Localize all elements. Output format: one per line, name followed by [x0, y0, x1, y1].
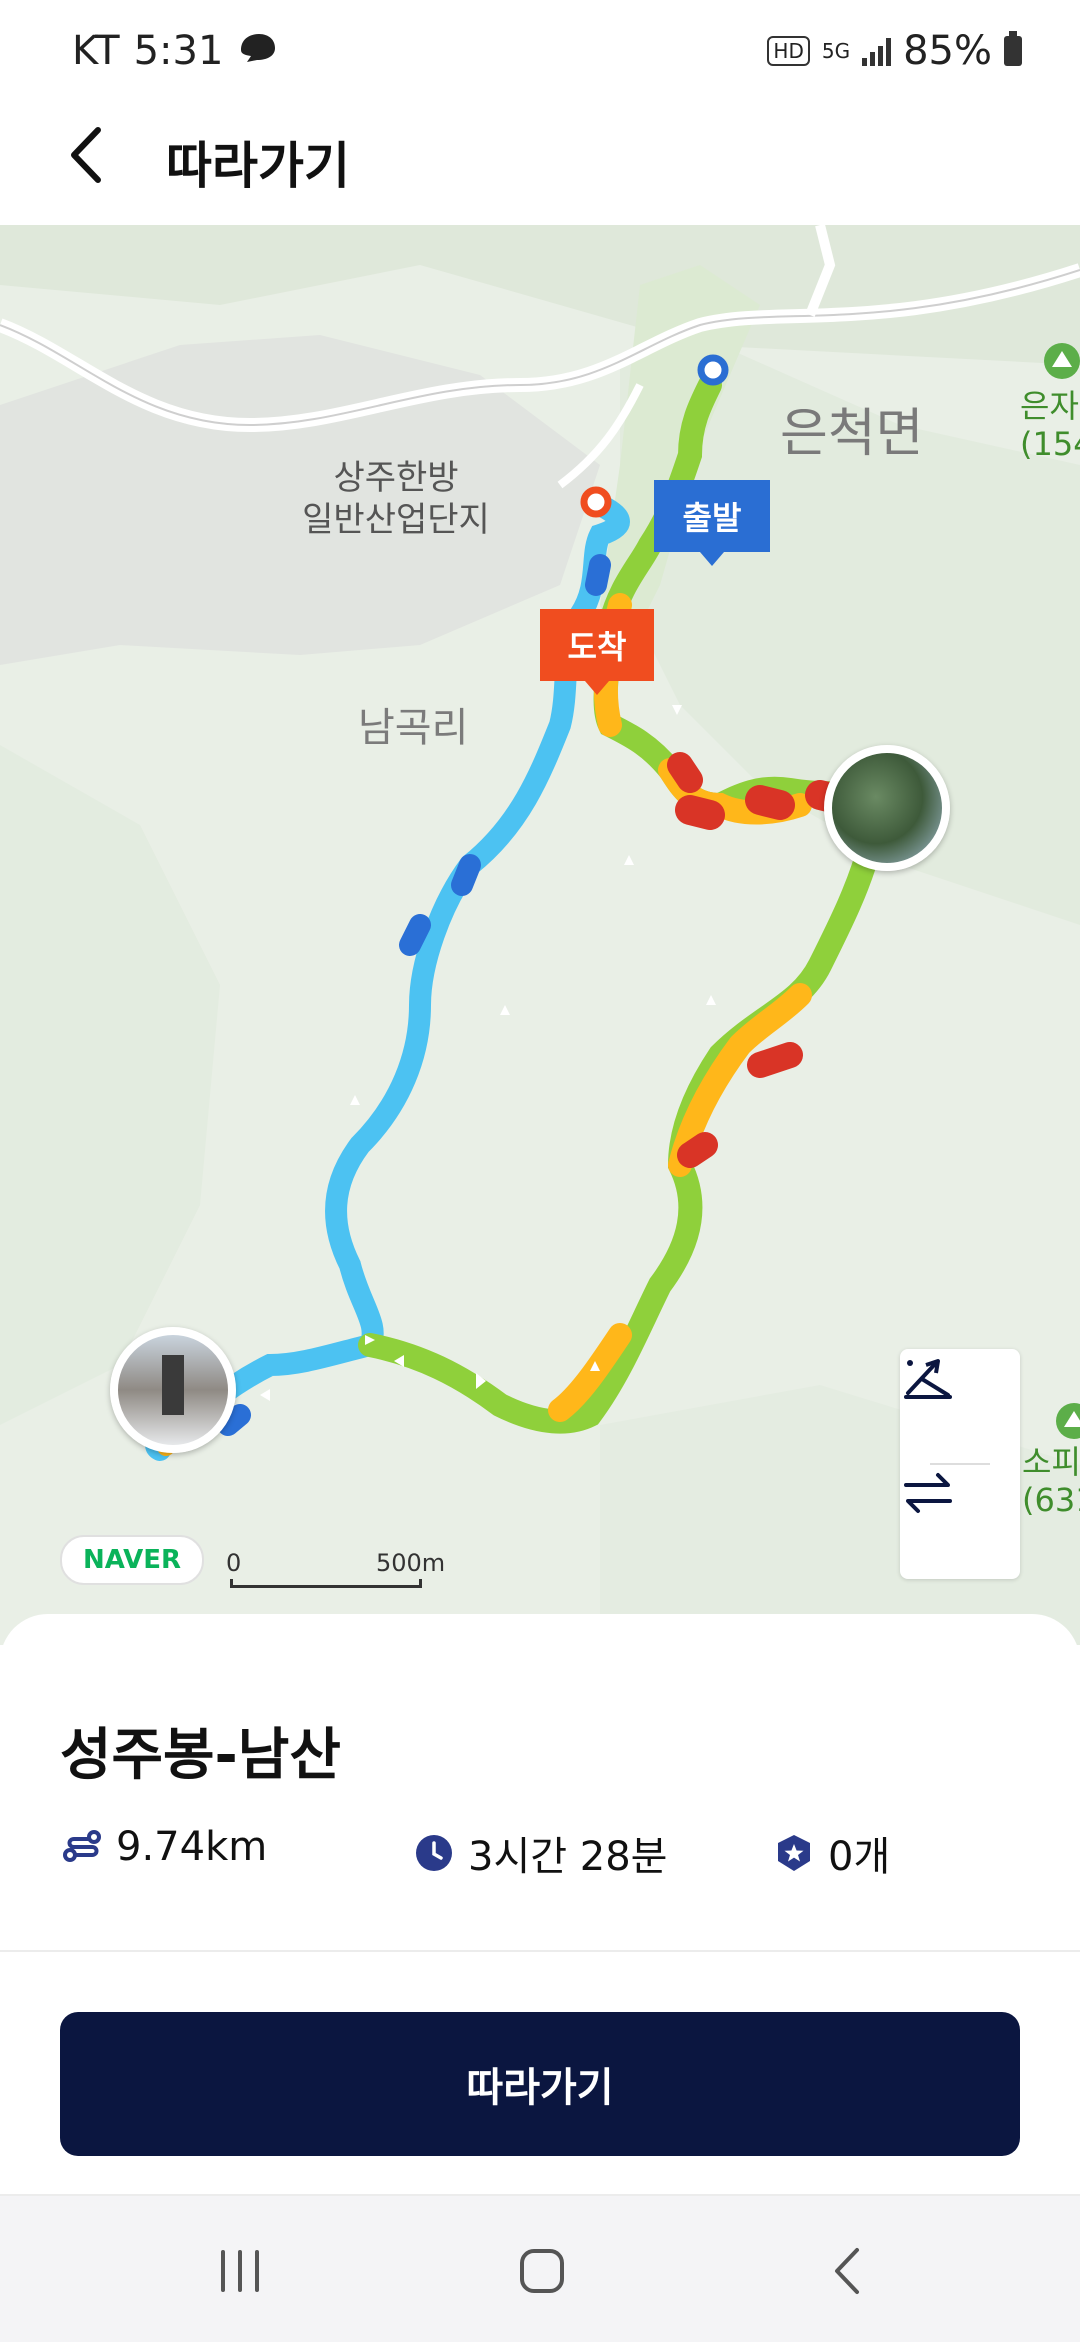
- swap-direction-icon: [904, 1473, 952, 1513]
- recents-icon: [221, 2250, 259, 2292]
- label-industrial-area-line2: 일반산업단지: [302, 500, 490, 540]
- stat-distance: 9.74km: [62, 1824, 267, 1870]
- battery-icon: [1004, 31, 1022, 66]
- start-tag[interactable]: 출발: [654, 480, 770, 566]
- route-map[interactable]: 상주한방 일반산업단지 남곡리 은척면 은자 (154.8 소피 (631 출발…: [0, 225, 1080, 1645]
- scale-max: 500m: [376, 1549, 446, 1577]
- status-left: KT 5:31: [72, 28, 277, 74]
- status-bar: KT 5:31 HD 5G 85%: [0, 0, 1080, 100]
- messenger-icon: [237, 28, 277, 74]
- label-town: 은척면: [780, 404, 924, 464]
- carrier-label: KT: [72, 28, 120, 74]
- app-bar: 따라가기: [0, 100, 1080, 225]
- recents-button[interactable]: [200, 2236, 280, 2306]
- label-industrial-area-line1: 상주한방: [333, 458, 459, 498]
- signal-icon: [862, 36, 892, 66]
- follow-route-button[interactable]: 따라가기: [60, 2012, 1020, 2156]
- home-button[interactable]: [502, 2236, 582, 2306]
- network-5g-icon: 5G: [821, 39, 851, 63]
- stat-badges: 0개: [774, 1824, 890, 1882]
- home-icon: [520, 2249, 564, 2293]
- badge-count: 0개: [828, 1834, 891, 1880]
- peak-label-2-height: (631: [1022, 1481, 1080, 1519]
- peak-label-2: 소피 (631: [1022, 1443, 1080, 1519]
- route-name: 성주봉-남산: [60, 1723, 341, 1788]
- map-controls: [900, 1349, 1020, 1579]
- stat-duration: 3시간 28분: [414, 1824, 667, 1882]
- map-scale-bar: 0 500m: [226, 1549, 445, 1588]
- clock-icon: [416, 1835, 452, 1871]
- label-village: 남곡리: [358, 705, 469, 751]
- section-divider: [0, 1950, 1080, 1952]
- nav-back-icon: [835, 2248, 859, 2294]
- page-title: 따라가기: [166, 137, 350, 195]
- elevation-toggle-button[interactable]: [900, 1349, 1020, 1463]
- peak-label-1-name: 은자: [1020, 387, 1079, 425]
- nav-back-button[interactable]: [808, 2236, 888, 2306]
- back-arrow-icon: [71, 127, 101, 183]
- route-distance-icon: [63, 1830, 101, 1862]
- end-tag[interactable]: 도착: [540, 609, 654, 695]
- start-marker: [697, 354, 729, 386]
- status-right: HD 5G 85%: [767, 28, 1022, 74]
- battery-percent: 85%: [903, 28, 992, 74]
- elevation-chart-icon: [904, 1359, 952, 1399]
- back-button[interactable]: [60, 120, 120, 190]
- end-marker: [580, 486, 612, 518]
- system-nav-bar: [0, 2194, 1080, 2342]
- clock-time: 5:31: [133, 28, 224, 74]
- peak-label-1-height: (154.8: [1020, 425, 1080, 463]
- swap-direction-button[interactable]: [900, 1465, 1020, 1579]
- photo-marker-summit-stone[interactable]: [110, 1327, 236, 1453]
- peak-label-1: 은자 (154.8: [1020, 387, 1080, 463]
- label-industrial-area: 상주한방 일반산업단지: [286, 457, 506, 541]
- photo-marker-peak[interactable]: [824, 745, 950, 871]
- naver-logo: NAVER: [60, 1535, 204, 1585]
- distance-value: 9.74km: [116, 1824, 268, 1870]
- peak-label-2-name: 소피: [1022, 1443, 1080, 1481]
- hd-icon: HD: [767, 36, 810, 66]
- scale-zero: 0: [226, 1549, 242, 1577]
- route-info-sheet: 성주봉-남산 9.74km 3시간 28분 0개: [0, 1614, 1080, 1950]
- badge-shield-icon: [778, 1835, 810, 1871]
- duration-value: 3시간 28분: [468, 1834, 668, 1880]
